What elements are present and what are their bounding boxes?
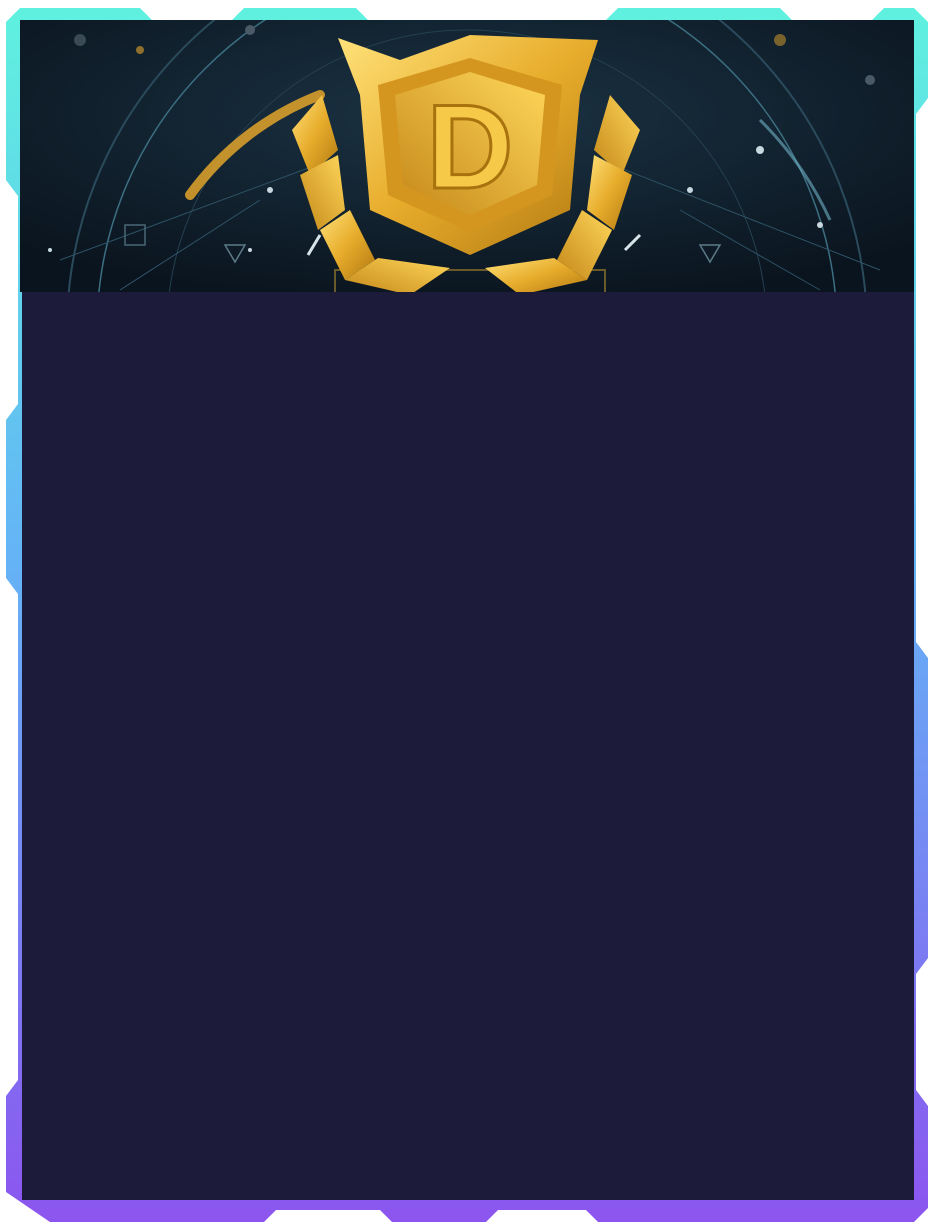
reward-card: D (0, 0, 934, 1227)
emblem-letter: D (427, 80, 514, 214)
card-frame: D (6, 8, 928, 1222)
